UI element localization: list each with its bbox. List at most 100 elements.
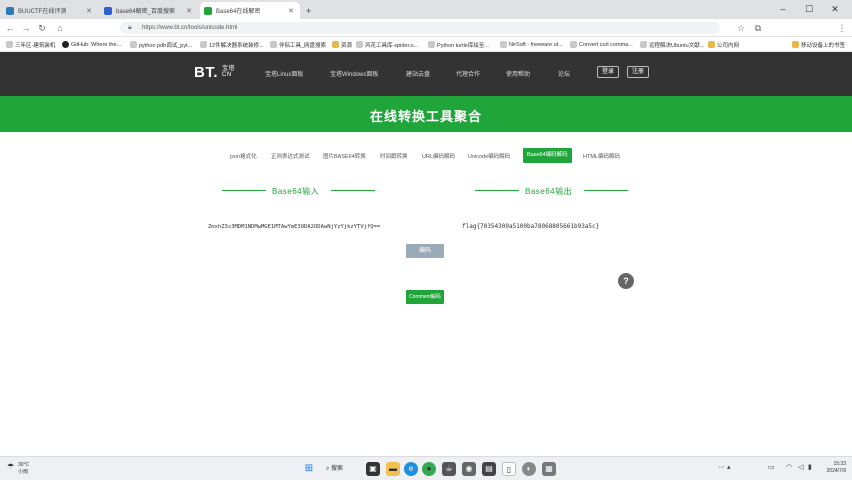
bookmark-icon xyxy=(500,41,507,48)
minimize-icon[interactable]: – xyxy=(770,0,796,19)
bookmark-icon xyxy=(200,41,207,48)
task-view-icon[interactable]: ▣ xyxy=(366,462,380,476)
lock-icon: 🔒︎ xyxy=(128,24,132,31)
extensions-icon[interactable]: ⧉ xyxy=(752,22,764,34)
rain-cloud-icon: ☂ xyxy=(7,462,15,471)
site-header: BT. 宝塔 CN 宝塔Linux面板 宝塔Windows面板 建站云盘 代理合… xyxy=(0,52,852,96)
home-icon[interactable]: ⌂ xyxy=(54,22,66,34)
nav-help[interactable]: 使用帮助 xyxy=(506,69,530,78)
edge-icon[interactable]: e xyxy=(404,462,418,476)
browser-tab-bar: BUUCTF在线评测 ✕ base64解密_百度搜索 ✕ Base64在线解密 … xyxy=(0,0,852,19)
tab-title: base64解密_百度搜索 xyxy=(116,9,176,15)
bookmark-item[interactable]: GitHub: Where the... xyxy=(62,39,121,50)
bookmark-item[interactable]: 风花工具库-spider.o... xyxy=(356,39,418,50)
new-tab-button[interactable]: + xyxy=(302,2,314,19)
tray-icons[interactable]: ⋯ ▴ xyxy=(718,463,730,471)
nav-partner[interactable]: 代理合作 xyxy=(456,69,480,78)
bookmark-item[interactable]: 伴侣工具_网盘搜索 xyxy=(270,39,326,50)
tab-html-encode[interactable]: HTML编码解码 xyxy=(583,152,620,160)
bookmark-icon xyxy=(640,41,647,48)
bookmarks-bar: 三年区-建筑装机 GitHub: Where the... python pdb… xyxy=(0,37,852,52)
divider xyxy=(475,190,519,191)
app-icon[interactable]: ◐ xyxy=(522,462,536,476)
tab-url-encode[interactable]: URL编码解码 xyxy=(422,152,455,160)
close-icon[interactable]: ✕ xyxy=(288,7,294,15)
register-button[interactable]: 注册 xyxy=(627,66,650,78)
tab-base64[interactable]: Base64编码解码 xyxy=(523,148,572,163)
bookmark-item[interactable]: 远程解决Ubuntu文献... xyxy=(640,39,704,50)
window-close-icon[interactable]: ✕ xyxy=(822,0,848,19)
forward-icon[interactable]: → xyxy=(20,22,32,34)
site-logo[interactable]: BT. 宝塔 CN xyxy=(194,64,235,81)
file-explorer-icon[interactable]: ▬ xyxy=(386,462,400,476)
system-clock[interactable]: 15:33 2024/7/9 xyxy=(818,461,846,475)
maximize-icon[interactable]: ☐ xyxy=(796,0,822,19)
base64-output[interactable]: flag{70354300a5100ba78068805661b93a5c} xyxy=(462,222,622,232)
favicon-icon xyxy=(6,6,14,15)
close-icon[interactable]: ✕ xyxy=(86,7,92,15)
bookmark-icon xyxy=(428,41,435,48)
tab-unicode[interactable]: Unicode编码解码 xyxy=(468,152,510,160)
bookmark-icon xyxy=(6,41,13,48)
url-text: https://www.bt.cn/tools/unicode.html xyxy=(142,25,238,31)
login-button[interactable]: 登录 xyxy=(597,66,620,78)
bookmark-item[interactable]: 资源 xyxy=(332,39,352,50)
bookmark-item[interactable]: Python turtle库绘至... xyxy=(428,39,489,50)
page-title: 在线转换工具聚合 xyxy=(369,109,482,124)
wifi-icon[interactable]: ◠ xyxy=(786,463,792,471)
comment-button[interactable]: Comment解码 xyxy=(406,290,444,304)
tab-image-base64[interactable]: 图片BASE64转换 xyxy=(323,152,366,160)
taskbar: ☂ 30°C 小雨 ⊞ ⌕ 搜索 ▣ ▬ e ● ☕ ◉ ▤ ▯ ◐ ▦ ⋯ ▴… xyxy=(0,456,852,480)
battery-icon[interactable]: ▮ xyxy=(808,463,812,471)
bookmark-item[interactable]: 公司内网 xyxy=(708,39,739,50)
tab-base64[interactable]: Base64在线解密 ✕ xyxy=(200,2,300,19)
nav-windows-panel[interactable]: 宝塔Windows面板 xyxy=(330,69,378,78)
app-icon[interactable]: ◉ xyxy=(462,462,476,476)
bookmark-item[interactable]: 12件解决器系统装修... xyxy=(200,39,264,50)
chrome-icon[interactable]: ● xyxy=(422,462,436,476)
volume-icon[interactable]: ◁ xyxy=(798,463,803,471)
search-icon: ⌕ xyxy=(326,466,330,472)
start-icon[interactable]: ⊞ xyxy=(302,462,316,476)
address-bar: ← → ↻ ⌂ 🔒︎ https://www.bt.cn/tools/unico… xyxy=(0,19,852,37)
tab-timestamp[interactable]: 时间戳转换 xyxy=(380,152,408,160)
tab-baidu[interactable]: base64解密_百度搜索 ✕ xyxy=(100,2,198,19)
keyboard-icon[interactable]: ▭ xyxy=(768,463,775,471)
bookmark-item[interactable]: NirSoft - freeware ut... xyxy=(500,39,563,50)
menu-icon[interactable]: ⋮ xyxy=(836,22,848,34)
nav-forum[interactable]: 论坛 xyxy=(558,69,570,78)
bookmark-icon xyxy=(356,41,363,48)
taskbar-search[interactable]: ⌕ 搜索 xyxy=(326,462,362,476)
bookmark-item[interactable]: 移动设备上的书签 xyxy=(792,39,845,50)
bookmark-item[interactable]: python pdb调试_pyt... xyxy=(130,39,192,50)
folder-icon xyxy=(792,41,799,48)
app-icon[interactable]: ☕ xyxy=(442,462,456,476)
notepad-icon[interactable]: ▯ xyxy=(502,462,516,476)
terminal-icon[interactable]: ▤ xyxy=(482,462,496,476)
tab-buuctf[interactable]: BUUCTF在线评测 ✕ xyxy=(2,2,98,19)
bookmark-icon xyxy=(270,41,277,48)
folder-icon xyxy=(708,41,715,48)
bookmark-icon xyxy=(130,41,137,48)
bookmark-item[interactable]: Convert curl comma... xyxy=(570,39,633,50)
base64-input[interactable]: ZmxhZ3s3MDM1NDMwMGE1MTAwYmE3ODA2ODAwNjYz… xyxy=(208,222,408,232)
weather-widget[interactable]: ☂ 30°C 小雨 xyxy=(7,462,29,476)
github-icon xyxy=(62,41,69,48)
reload-icon[interactable]: ↻ xyxy=(36,22,48,34)
convert-button[interactable]: 编码 xyxy=(406,244,444,258)
star-icon[interactable]: ☆ xyxy=(735,22,747,34)
divider xyxy=(331,190,375,191)
nav-cloud[interactable]: 建站云盘 xyxy=(406,69,430,78)
app-icon[interactable]: ▦ xyxy=(542,462,556,476)
bookmark-icon xyxy=(570,41,577,48)
input-section-label: Base64输入 xyxy=(272,187,320,196)
url-input[interactable]: 🔒︎ https://www.bt.cn/tools/unicode.html xyxy=(120,22,720,34)
bookmark-item[interactable]: 三年区-建筑装机 xyxy=(6,39,55,50)
nav-linux-panel[interactable]: 宝塔Linux面板 xyxy=(265,69,303,78)
tab-regex[interactable]: 正则表达式测试 xyxy=(271,152,310,160)
tab-json-format[interactable]: json格式化 xyxy=(230,152,257,160)
back-icon[interactable]: ← xyxy=(4,22,16,34)
favicon-icon xyxy=(104,6,112,15)
help-icon[interactable]: ? xyxy=(618,273,634,289)
close-icon[interactable]: ✕ xyxy=(186,7,192,15)
